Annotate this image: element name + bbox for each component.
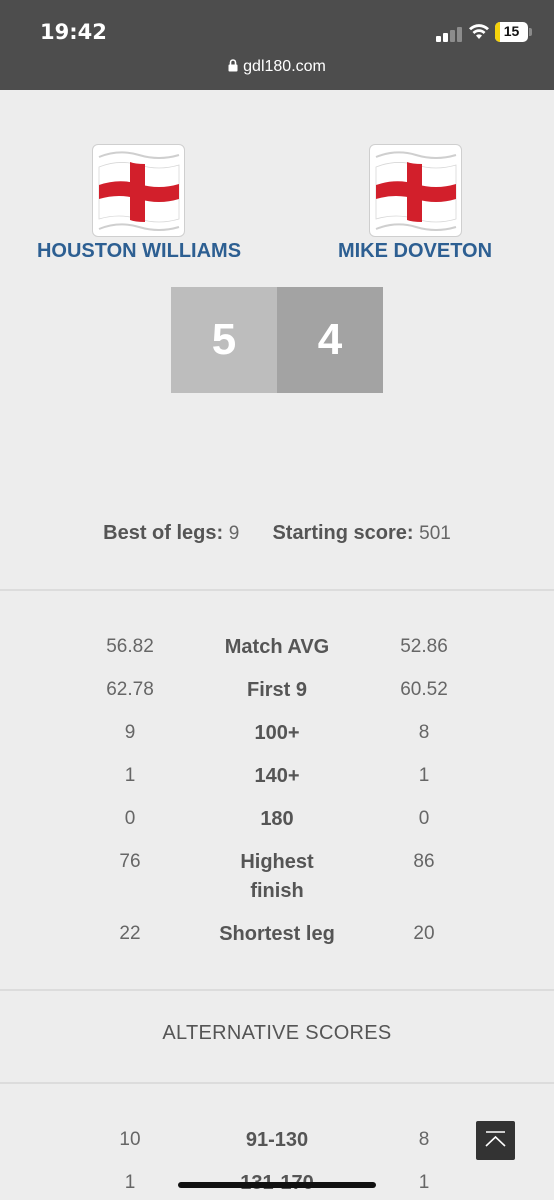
divider [0,989,554,991]
stat-right-value: 86 [413,851,435,872]
player-left-score: 5 [171,287,277,393]
best-of-value: 9 [228,523,240,544]
starting-score-label: Starting score: [272,522,414,544]
stat-left-value: 1 [124,765,136,786]
stat-label: Match AVG [224,636,330,658]
stat-label: First 9 [246,679,308,701]
stat-label: 100+ [254,722,300,744]
url-text: gdl180.com [243,58,326,75]
battery-icon: 15 [495,22,528,42]
player-right-score: 4 [277,287,383,393]
arrow-up-to-top-icon [485,1131,506,1147]
stat-left-value: 56.82 [106,636,154,657]
alternative-scores-title: ALTERNATIVE SCORES [162,1022,392,1044]
status-time: 19:42 [40,20,107,44]
stat-label: 140+ [254,765,300,787]
alt-left-value: 1 [124,1172,136,1193]
battery-level: 15 [503,23,520,39]
england-flag-icon [98,151,180,231]
battery-tip [529,28,532,36]
alt-left-value: 10 [119,1129,141,1150]
stat-right-value: 8 [418,722,430,743]
stat-right-value: 0 [418,808,430,829]
starting-score-value: 501 [419,523,451,544]
match-info: Best of legs: 9 Starting score: 501 [0,522,554,545]
stat-label-line2: finish [250,880,304,902]
alt-right-value: 1 [418,1172,430,1193]
stat-left-value: 0 [124,808,136,829]
player-right-name[interactable]: MIKE DOVETON [310,240,520,263]
stat-right-value: 52.86 [400,636,448,657]
player-left-name[interactable]: HOUSTON WILLIAMS [14,240,264,263]
divider [0,589,554,591]
stat-label: Shortest leg [219,923,335,945]
england-flag-icon [375,151,457,231]
wifi-icon [469,24,489,39]
alt-right-value: 8 [418,1129,430,1150]
signal-icon [436,24,462,42]
stat-left-value: 9 [124,722,136,743]
url-bar[interactable]: gdl180.com [0,58,554,76]
scroll-to-top-button[interactable] [476,1121,515,1160]
stat-right-value: 1 [418,765,430,786]
status-bar: 19:42 15 gdl180.com [0,0,554,90]
stat-left-value: 22 [119,923,141,944]
stat-left-value: 62.78 [106,679,154,700]
stat-label: 180 [260,808,294,830]
lock-icon [228,59,238,72]
stat-label-line1: Highest [240,851,314,873]
stat-right-value: 60.52 [400,679,448,700]
player-left-flag [92,144,185,237]
best-of-label: Best of legs: [103,522,224,544]
home-indicator [178,1182,376,1188]
stat-right-value: 20 [413,923,435,944]
stat-left-value: 76 [119,851,141,872]
player-right-flag [369,144,462,237]
divider [0,1082,554,1084]
alt-label: 91-130 [245,1129,309,1151]
